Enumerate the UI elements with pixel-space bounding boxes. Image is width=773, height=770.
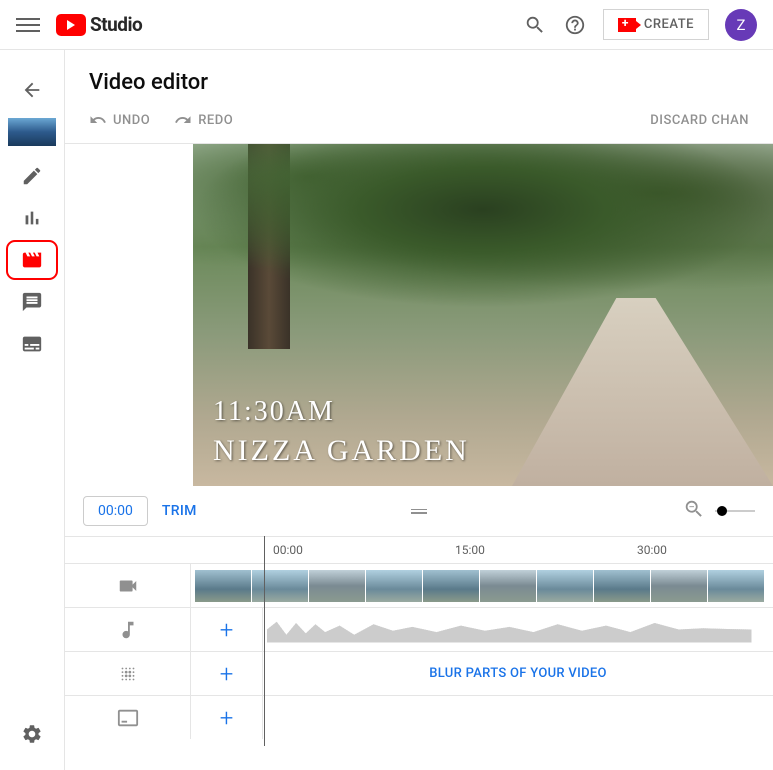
video-track [65,563,773,607]
frame-thumb [309,570,365,602]
zoom-slider-thumb[interactable] [717,506,727,516]
frame-thumb [594,570,650,602]
user-avatar[interactable]: Z [725,9,757,41]
video-track-frames[interactable] [190,564,773,607]
endscreen-track: + [65,695,773,739]
analytics-icon[interactable] [12,198,52,238]
help-icon[interactable] [555,5,595,45]
frame-thumb [366,570,422,602]
audio-track-icon [65,619,190,641]
frame-thumb [537,570,593,602]
time-mark: 00:00 [273,543,303,557]
details-icon[interactable] [12,156,52,196]
current-time-input[interactable]: 00:00 [83,496,148,526]
create-camera-icon [618,18,636,32]
frame-thumb [651,570,707,602]
frame-thumb [708,570,764,602]
time-mark: 15:00 [455,543,485,557]
timeline-playhead[interactable] [264,536,265,746]
logo-text: Studio [90,13,142,36]
discard-button[interactable]: DISCARD CHAN [650,113,749,128]
menu-icon[interactable] [16,13,40,37]
undo-button[interactable]: UNDO [89,111,150,129]
overlay-place-text: NIZZA GARDEN [213,434,470,468]
video-track-icon [65,575,190,597]
sidebar [0,50,65,770]
comments-icon[interactable] [12,282,52,322]
drag-handle-icon[interactable] [411,507,427,516]
create-button[interactable]: CREATE [603,9,709,40]
subtitles-icon[interactable] [12,324,52,364]
search-icon[interactable] [515,5,555,45]
audio-waveform[interactable] [262,608,773,651]
editor-icon[interactable] [6,240,58,280]
back-icon[interactable] [12,70,52,110]
add-endscreen-button[interactable]: + [190,696,262,739]
zoom-slider[interactable] [715,510,755,512]
settings-icon[interactable] [12,714,52,754]
video-thumbnail[interactable] [8,118,56,146]
page-title: Video editor [89,70,749,95]
audio-track: + [65,607,773,651]
time-mark: 30:00 [637,543,667,557]
youtube-studio-logo[interactable]: Studio [56,13,142,36]
endscreen-track-icon [65,707,190,729]
blur-track: + BLUR PARTS OF YOUR VIDEO [65,651,773,695]
zoom-out-icon[interactable] [683,498,705,524]
trim-button[interactable]: TRIM [162,503,197,519]
blur-track-icon [65,663,190,685]
time-ruler[interactable]: 00:00 15:00 30:00 45 [65,537,773,563]
top-bar: Studio CREATE Z [0,0,773,50]
create-label: CREATE [644,17,694,32]
frame-thumb [195,570,251,602]
redo-button[interactable]: REDO [174,111,233,129]
frame-thumb [480,570,536,602]
frame-thumb [252,570,308,602]
add-audio-button[interactable]: + [190,608,262,651]
blur-parts-link[interactable]: BLUR PARTS OF YOUR VIDEO [429,666,607,681]
overlay-time-text: 11:30AM [213,396,335,428]
video-preview[interactable]: 11:30AM NIZZA GARDEN [193,144,773,486]
frame-thumb [423,570,479,602]
add-blur-button[interactable]: + [190,652,262,695]
youtube-play-icon [56,14,86,36]
endscreen-track-content[interactable] [262,696,773,739]
